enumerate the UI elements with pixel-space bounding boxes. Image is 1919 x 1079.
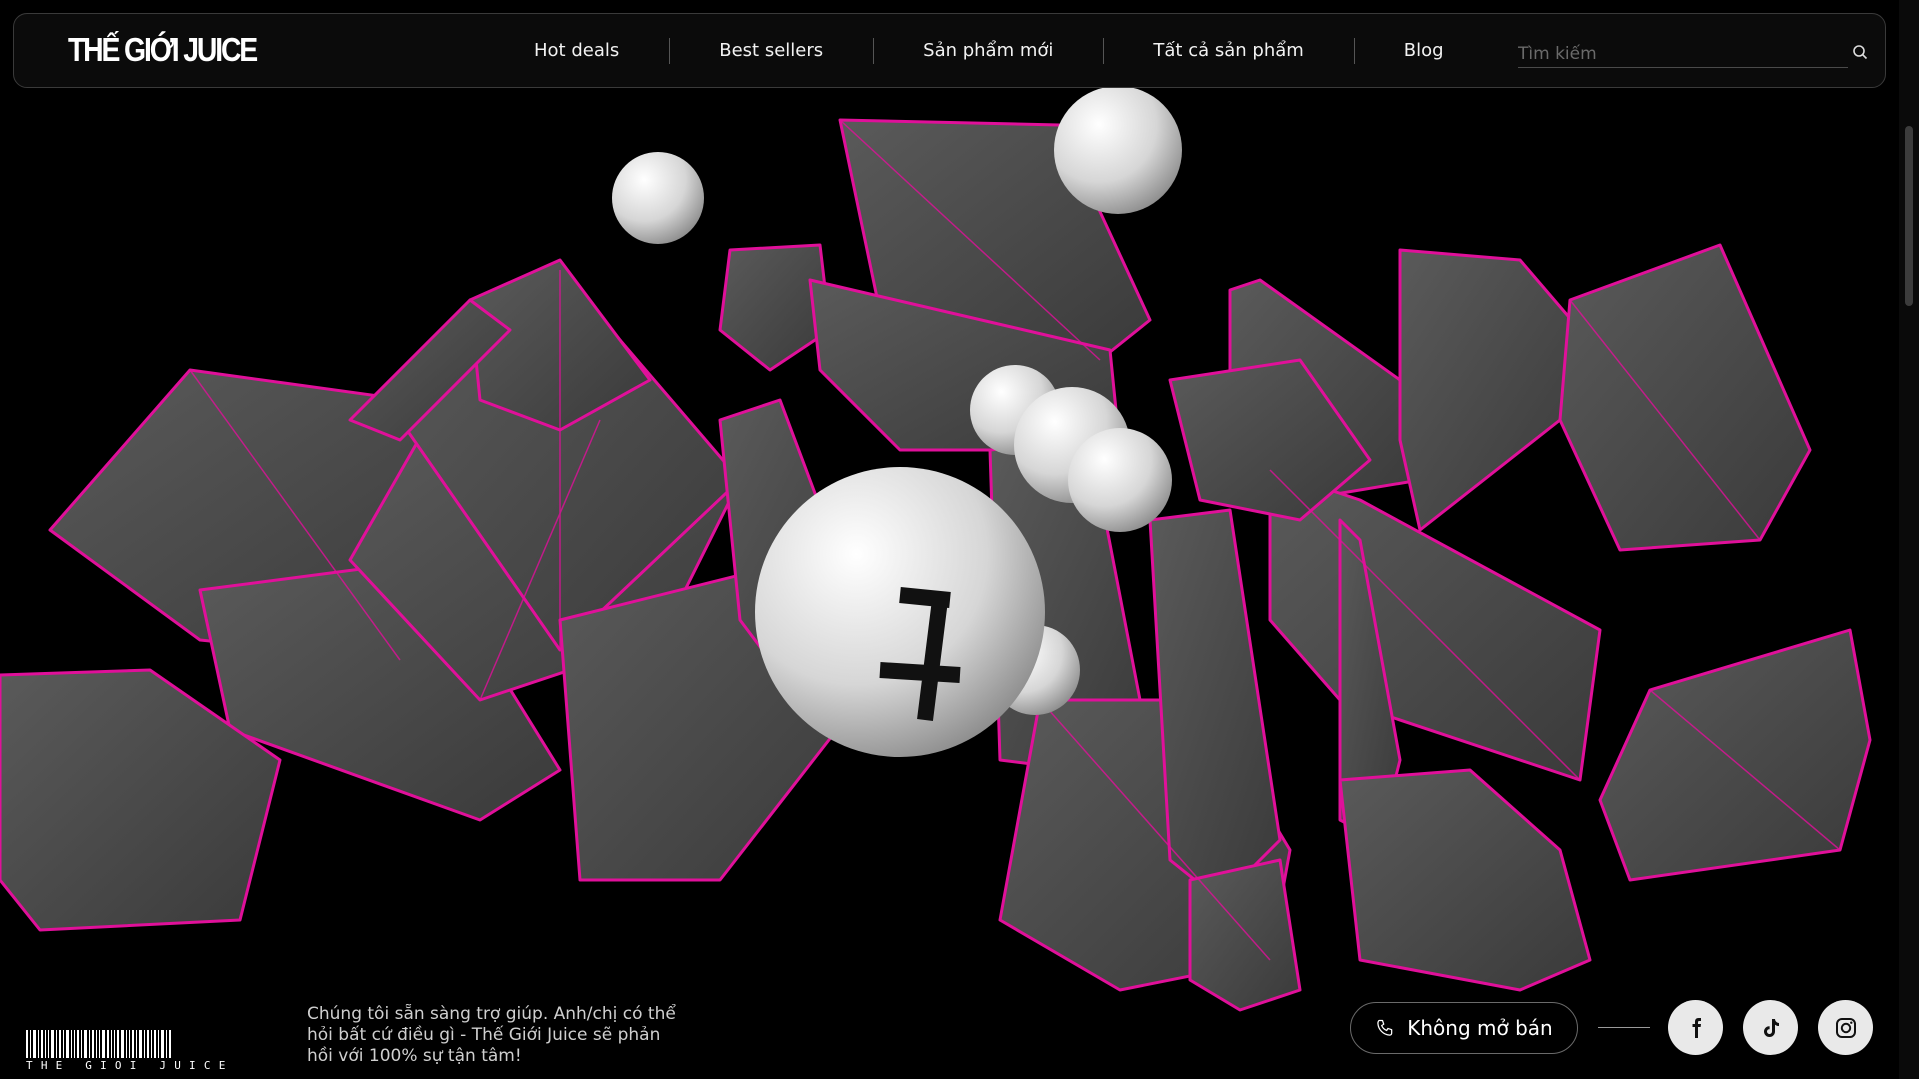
- hero-illustration: [0, 86, 1872, 1012]
- facebook-button[interactable]: [1668, 1000, 1723, 1055]
- barcode-logo: THE GIOI JUICE: [26, 1030, 234, 1072]
- search-input[interactable]: [1518, 40, 1848, 68]
- nav-item-new-products[interactable]: Sản phẩm mới: [873, 38, 1103, 64]
- support-message: Chúng tôi sẵn sàng trợ giúp. Anh/chị có …: [307, 1004, 676, 1066]
- main-nav: Hot deals Best sellers Sản phẩm mới Tất …: [484, 14, 1494, 87]
- barcode-caption: THE GIOI JUICE: [26, 1059, 234, 1072]
- status-label: Không mở bán: [1407, 1016, 1553, 1040]
- instagram-button[interactable]: [1818, 1000, 1873, 1055]
- tiktok-button[interactable]: [1743, 1000, 1798, 1055]
- facebook-icon: [1692, 1017, 1701, 1038]
- brand-logo[interactable]: THẾ GIỚI JUICE: [68, 32, 258, 68]
- scrollbar-thumb[interactable]: [1905, 126, 1913, 306]
- tiktok-icon: [1763, 1018, 1779, 1037]
- site-header: THẾ GIỚI JUICE Hot deals Best sellers Sả…: [13, 13, 1886, 88]
- phone-icon: [1377, 1019, 1393, 1036]
- footer-divider: [1598, 1027, 1650, 1028]
- search-icon[interactable]: [1852, 44, 1868, 60]
- instagram-icon: [1835, 1017, 1856, 1038]
- nav-item-blog[interactable]: Blog: [1353, 38, 1494, 64]
- nav-item-hot-deals[interactable]: Hot deals: [484, 40, 669, 61]
- contact-status-button[interactable]: Không mở bán: [1350, 1002, 1578, 1054]
- barcode-graphic: [26, 1030, 211, 1058]
- search-box: [1518, 38, 1870, 68]
- nav-item-all-products[interactable]: Tất cả sản phẩm: [1103, 38, 1353, 64]
- page: THẾ GIỚI JUICE Hot deals Best sellers Sả…: [0, 0, 1919, 1079]
- nav-item-best-sellers[interactable]: Best sellers: [669, 38, 873, 64]
- hero-artwork: [0, 0, 1899, 1079]
